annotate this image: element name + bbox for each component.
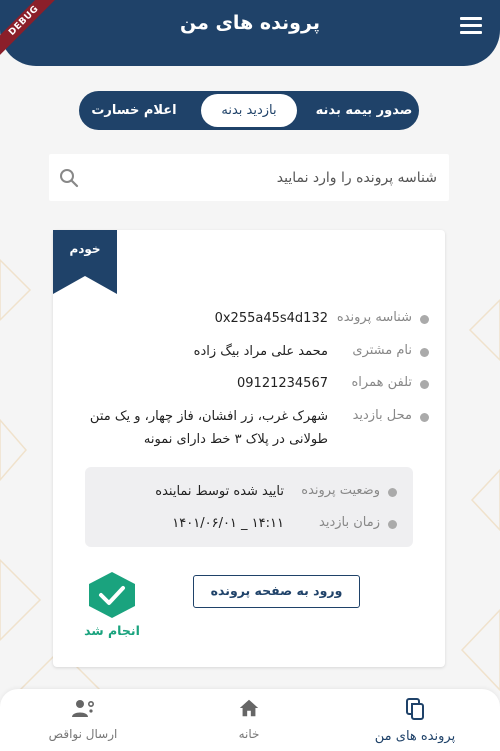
app-header: DEBUG پرونده های من [0, 0, 500, 66]
field-label: نام مشتری [352, 343, 412, 358]
status-box: وضعیت پرونده تایید شده توسط نماینده زمان… [85, 467, 413, 547]
field-case-id: شناسه پرونده 0x255a45s4d132 [68, 310, 429, 330]
nav-my-cases[interactable]: پرونده های من [360, 689, 470, 751]
home-icon [239, 699, 259, 717]
field-inspection-location: محل بازدید شهرک غرب، زر افشان، فاز چهار،… [68, 408, 429, 451]
field-value: 09121234567 [237, 376, 328, 391]
field-customer-name: نام مشتری محمد علی مراد بیگ زاده [68, 343, 429, 363]
bullet-icon [420, 413, 429, 422]
search-icon[interactable] [59, 168, 79, 188]
field-value: محمد علی مراد بیگ زاده [193, 344, 328, 359]
search-input[interactable] [97, 154, 437, 201]
status-inspection-time: زمان بازدید ۱۴۰۱/۰۶/۰۱ _ ۱۴:۱۱ [94, 515, 397, 535]
tab-inspection[interactable]: بازدید بدنه [201, 94, 297, 127]
bullet-icon [420, 348, 429, 357]
case-card: خودم شناسه پرونده 0x255a45s4d132 نام مشت… [53, 230, 445, 667]
nav-label: پرونده های من [374, 729, 456, 744]
status-label: زمان بازدید [319, 515, 380, 530]
enter-case-button[interactable]: ورود به صفحه پرونده [193, 575, 360, 608]
debug-banner: DEBUG [0, 0, 70, 70]
user-settings-icon [72, 700, 94, 717]
tab-claim[interactable]: اعلام خسارت [82, 94, 186, 127]
nav-label: ارسال نواقص [48, 727, 118, 741]
nav-home[interactable]: خانه [219, 689, 279, 751]
field-label: محل بازدید [352, 408, 412, 423]
files-icon [406, 698, 424, 720]
field-value: شهرک غرب، زر افشان، فاز چهار، و یک متن ط… [89, 409, 328, 447]
field-label: تلفن همراه [351, 375, 413, 390]
done-label: انجام شد [84, 623, 140, 638]
status-value: تایید شده توسط نماینده [155, 484, 284, 499]
status-label: وضعیت پرونده [301, 483, 380, 498]
nav-send-defects[interactable]: ارسال نواقص [40, 689, 126, 751]
owner-ribbon [53, 230, 117, 294]
segmented-tabs: صدور بیمه بدنه بازدید بدنه اعلام خسارت [79, 91, 419, 130]
search-bar [49, 154, 449, 201]
bullet-icon [388, 520, 397, 529]
field-mobile: تلفن همراه 09121234567 [68, 375, 429, 395]
bullet-icon [388, 488, 397, 497]
page-title: پرونده های من [180, 12, 320, 34]
status-value: ۱۴۰۱/۰۶/۰۱ _ ۱۴:۱۱ [172, 516, 284, 531]
check-badge-icon [89, 572, 135, 618]
tab-issue-insurance[interactable]: صدور بیمه بدنه [312, 94, 416, 127]
bullet-icon [420, 315, 429, 324]
nav-label: خانه [238, 727, 260, 741]
field-value: 0x255a45s4d132 [214, 311, 328, 326]
owner-tag: خودم [69, 242, 101, 256]
bullet-icon [420, 380, 429, 389]
status-case-state: وضعیت پرونده تایید شده توسط نماینده [94, 483, 397, 503]
menu-icon[interactable] [460, 17, 482, 35]
bottom-nav: پرونده های من خانه ارسال نواقص [0, 689, 500, 751]
field-label: شناسه پرونده [336, 310, 412, 325]
